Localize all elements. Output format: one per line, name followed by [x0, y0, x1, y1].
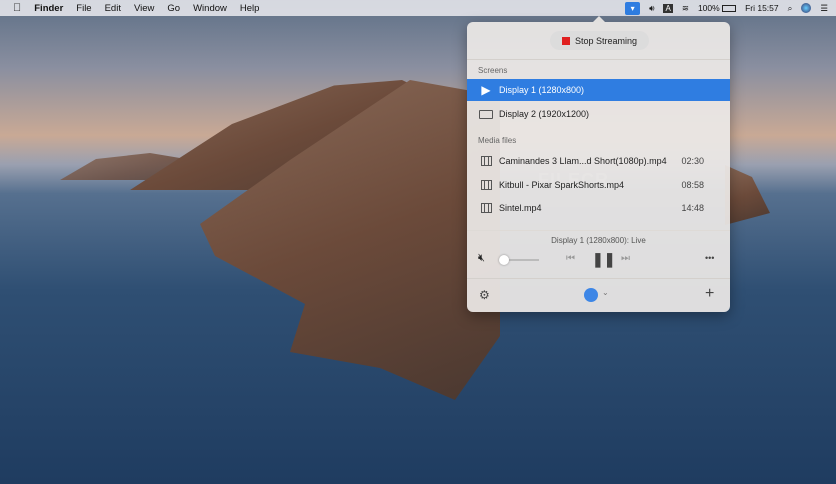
menu-file[interactable]: File: [76, 3, 91, 14]
media-name: Caminandes 3 Llam...d Short(1080p).mp4: [499, 156, 667, 166]
media-name: Sintel.mp4: [499, 203, 542, 213]
media-duration: 08:58: [681, 180, 704, 190]
volume-icon[interactable]: 🔊︎: [649, 3, 654, 14]
chevron-down-icon[interactable]: ⌄: [602, 288, 609, 297]
play-icon: ▶: [481, 83, 491, 97]
media-item[interactable]: Caminandes 3 Llam...d Short(1080p).mp4 02…: [467, 150, 730, 172]
battery-icon[interactable]: [722, 5, 737, 13]
previous-icon[interactable]: ⏮︎: [566, 253, 575, 264]
screen-item-display-1[interactable]: ▶ Display 1 (1280x800): [467, 79, 730, 101]
streaming-panel: Stop Streaming Screens ▶ Display 1 (1280x…: [467, 16, 730, 312]
menu-view[interactable]: View: [134, 3, 154, 14]
input-source-icon[interactable]: A: [663, 3, 673, 13]
film-icon: [480, 203, 492, 213]
now-playing-label: Display 1 (1280x800): Live: [551, 236, 646, 245]
monitor-icon: [479, 109, 493, 119]
clock[interactable]: Fri 15:57: [745, 3, 779, 13]
spotlight-search-icon[interactable]: ⌕: [788, 3, 793, 14]
add-button[interactable]: +: [705, 285, 714, 303]
settings-gear-icon[interactable]: ⚙: [479, 288, 490, 302]
notification-center-icon[interactable]: ☰: [820, 3, 828, 14]
screen-label: Display 2 (1920x1200): [499, 109, 590, 119]
volume-slider[interactable]: [505, 259, 539, 261]
media-item[interactable]: Sintel.mp4 14:48: [467, 197, 730, 219]
stop-streaming-label: Stop Streaming: [574, 35, 638, 46]
airplay-status-icon[interactable]: ▾: [625, 1, 641, 15]
pause-icon[interactable]: ❚❚: [592, 251, 615, 268]
stop-icon: [561, 36, 570, 45]
mute-icon[interactable]: 🔇︎: [478, 252, 485, 265]
film-icon: [480, 180, 492, 190]
media-name: Kitbull - Pixar SparkShorts.mp4: [499, 180, 625, 190]
menu-bar:  Finder File Edit View Go Window Help ▾…: [0, 0, 836, 16]
next-icon[interactable]: ⏭︎: [621, 253, 630, 264]
menu-help[interactable]: Help: [240, 3, 260, 14]
volume-knob[interactable]: [499, 255, 509, 265]
battery-percent: 100%: [697, 3, 720, 13]
screen-label: Display 1 (1280x800): [499, 85, 585, 95]
media-item[interactable]: Kitbull - Pixar SparkShorts.mp4 08:58: [467, 174, 730, 196]
menu-finder[interactable]: Finder: [34, 3, 63, 14]
more-options-icon[interactable]: •••: [705, 253, 714, 263]
media-files-header: Media files: [478, 136, 517, 145]
menu-edit[interactable]: Edit: [105, 3, 121, 14]
siri-icon[interactable]: [801, 3, 812, 13]
screens-header: Screens: [478, 66, 508, 75]
airplay-device-icon[interactable]: [584, 288, 598, 302]
stop-streaming-button[interactable]: Stop Streaming: [550, 31, 649, 50]
wifi-icon[interactable]: ≋: [682, 3, 689, 14]
menu-window[interactable]: Window: [193, 3, 227, 14]
media-duration: 02:30: [681, 156, 704, 166]
apple-menu-icon[interactable]: : [13, 2, 21, 14]
film-icon: [480, 156, 492, 166]
screen-item-display-2[interactable]: Display 2 (1920x1200): [467, 103, 730, 125]
media-duration: 14:48: [681, 203, 704, 213]
menu-go[interactable]: Go: [167, 3, 180, 14]
